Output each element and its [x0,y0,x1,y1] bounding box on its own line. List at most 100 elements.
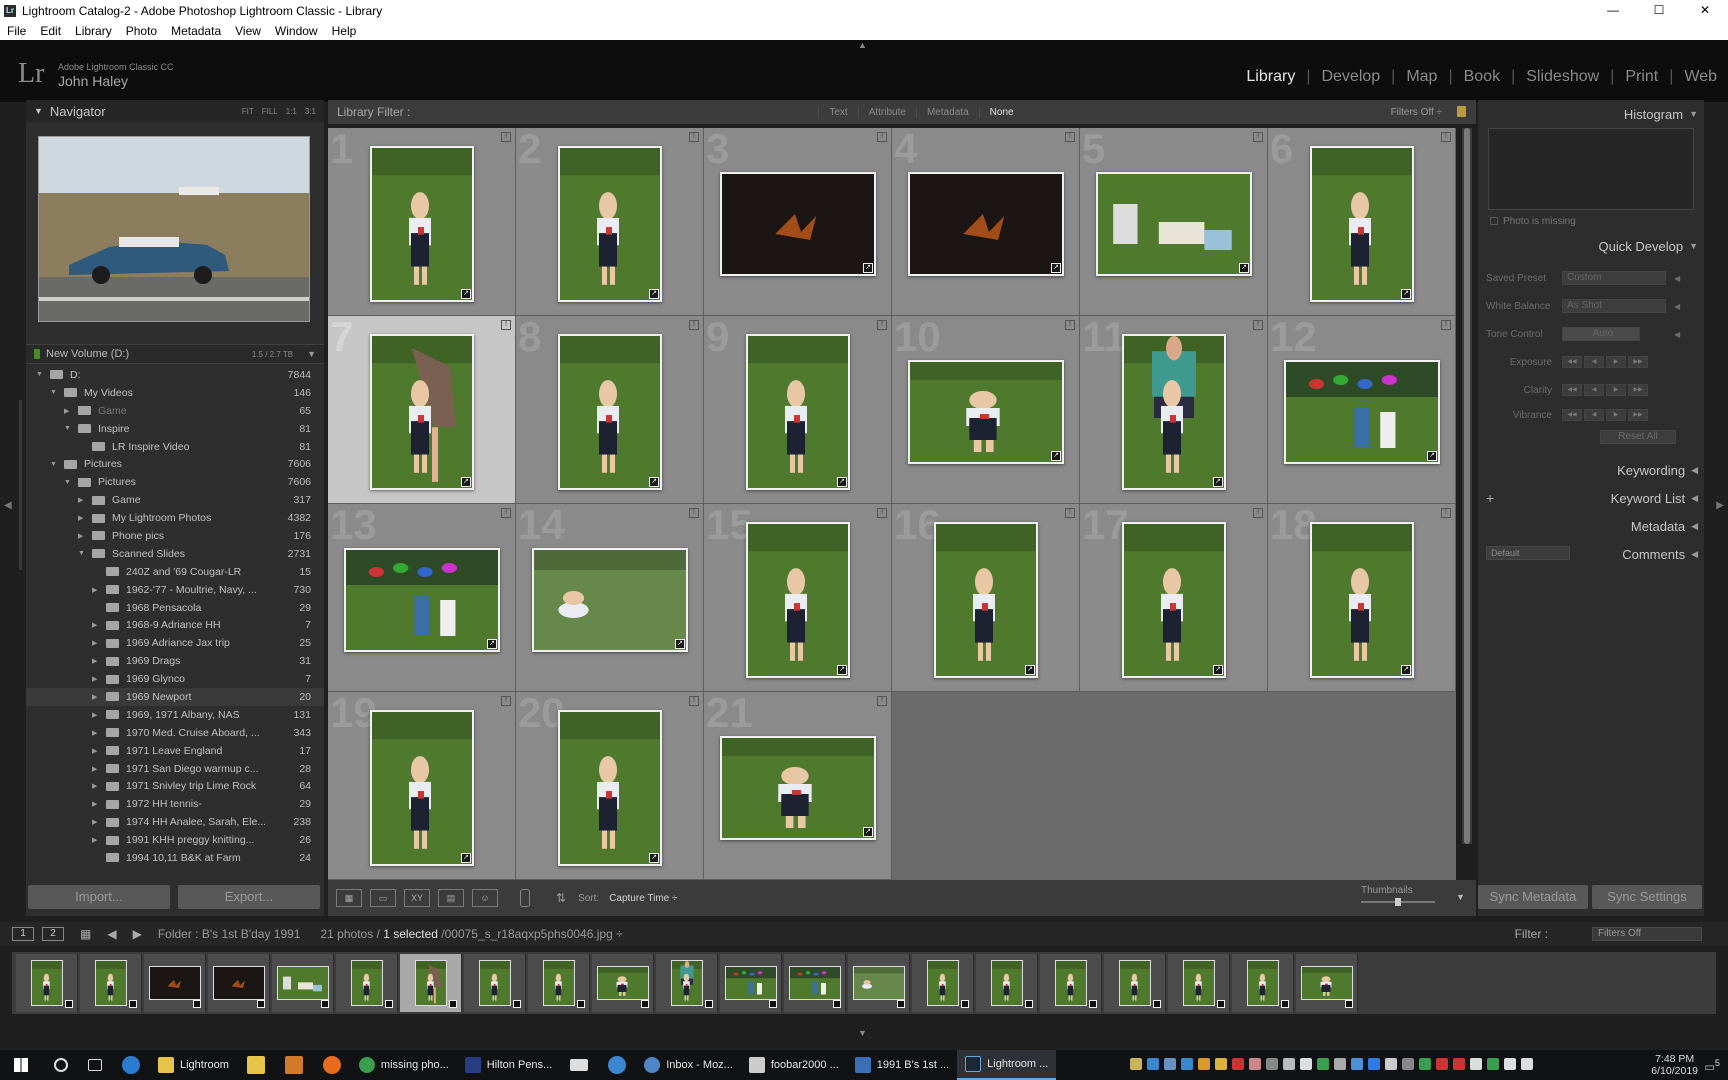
expanded-triangle-icon[interactable]: ▼ [50,389,60,396]
filmstrip-thumbnail[interactable] [336,954,398,1012]
menu-help[interactable]: Help [325,24,364,38]
photo-thumbnail[interactable] [558,334,662,490]
grid-cell[interactable]: 21! ↗ [704,692,892,880]
add-keyword-icon[interactable]: + [1486,490,1494,506]
filter-tab-attribute[interactable]: Attribute [857,106,916,118]
filmstrip-thumbnail[interactable] [1296,954,1358,1012]
folder-row[interactable]: ▶ Game 317 [26,491,324,509]
photo-thumbnail[interactable] [558,710,662,866]
grid-cell[interactable]: 5! ↗ [1080,128,1268,316]
edited-badge-icon[interactable]: ↗ [649,477,659,487]
module-slideshow[interactable]: Slideshow [1515,68,1610,86]
task-view-icon[interactable] [88,1059,102,1071]
cortana-icon[interactable] [54,1058,68,1072]
grid-cell[interactable]: 20! ↗ [516,692,704,880]
filmstrip-thumbnail[interactable] [656,954,718,1012]
back-arrow-icon[interactable]: ◀ [107,927,116,941]
missing-file-icon[interactable]: ! [1441,320,1451,330]
clarity-steppers[interactable]: ◀◀ ◀ ▶ ▶▶ [1562,384,1648,396]
taskbar-photo-viewer[interactable]: 1991 B's 1st ... [847,1050,957,1080]
folder-row[interactable]: 240Z and '69 Cougar-LR 15 [26,563,324,581]
zoom-fit[interactable]: FIT [242,107,254,116]
painter-icon[interactable] [520,889,530,907]
export-button[interactable]: Export... [178,885,320,909]
white-balance-select[interactable]: As Shot [1562,299,1666,313]
edited-badge-icon[interactable]: ↗ [1401,289,1411,299]
expand-left-panel-icon[interactable]: ◀ [4,500,12,511]
edited-badge-icon[interactable]: ↗ [837,665,847,675]
photo-thumbnail[interactable] [1122,334,1226,490]
grid-cell[interactable]: 7! ↗ [328,316,516,504]
filmstrip-thumbnail[interactable] [1232,954,1294,1012]
photo-thumbnail[interactable] [1310,146,1414,302]
edited-badge-icon[interactable]: ↗ [649,853,659,863]
missing-file-icon[interactable]: ! [1065,320,1075,330]
grid-cell[interactable]: 13! ↗ [328,504,516,692]
folder-row[interactable]: ▶ 1962-'77 - Moultrie, Navy, ... 730 [26,581,324,599]
grid-cell[interactable]: 10! ↗ [892,316,1080,504]
collapsed-triangle-icon[interactable]: ▶ [92,765,102,773]
grid-cell[interactable]: 12! ↗ [1268,316,1456,504]
import-button[interactable]: Import... [28,885,170,909]
survey-view-icon[interactable]: ▤ [438,889,464,907]
filmstrip-thumbnail[interactable] [272,954,334,1012]
module-book[interactable]: Book [1453,68,1511,86]
taskbar-foobar[interactable]: foobar2000 ... [741,1050,847,1080]
module-develop[interactable]: Develop [1310,68,1391,86]
filter-tab-none[interactable]: None [978,106,1024,118]
photo-thumbnail[interactable] [908,172,1064,276]
loupe-view-icon[interactable]: ▭ [370,889,396,907]
filmstrip-thumbnail[interactable] [80,954,142,1012]
folder-row[interactable]: ▶ Phone pics 176 [26,527,324,545]
photo-thumbnail[interactable] [1284,360,1440,464]
close-button[interactable]: ✕ [1682,0,1728,22]
folder-row[interactable]: ▶ 1971 San Diego warmup c... 28 [26,760,324,778]
grid-cell[interactable]: 16! ↗ [892,504,1080,692]
edited-badge-icon[interactable]: ↗ [461,853,471,863]
filter-tab-text[interactable]: Text [818,106,857,118]
grid-cell[interactable]: 2! ↗ [516,128,704,316]
collapsed-triangle-icon[interactable]: ▶ [92,693,102,701]
missing-file-icon[interactable]: ! [689,320,699,330]
edited-badge-icon[interactable]: ↗ [1427,451,1437,461]
folder-row[interactable]: ▼ Pictures 7606 [26,473,324,491]
edited-badge-icon[interactable]: ↗ [1051,451,1061,461]
current-folder[interactable]: Folder : B's 1st B'day 1991 [158,927,301,941]
grid-cell[interactable]: 1! ↗ [328,128,516,316]
edited-badge-icon[interactable]: ↗ [863,827,873,837]
edited-badge-icon[interactable]: ↗ [461,477,471,487]
secondary-window-button[interactable]: 2 [42,927,64,941]
left-edge-scrollbar[interactable] [19,400,22,570]
menu-view[interactable]: View [228,24,268,38]
grid-cell[interactable]: 8! ↗ [516,316,704,504]
expand-right-panel-icon[interactable]: ▶ [1716,500,1724,511]
edited-badge-icon[interactable]: ↗ [461,289,471,299]
missing-file-icon[interactable]: ! [689,132,699,142]
tone-control-expand-icon[interactable]: ◀ [1674,330,1680,339]
missing-file-icon[interactable]: ! [877,320,887,330]
mail-icon[interactable] [570,1059,589,1071]
grid-cell[interactable]: 9! ↗ [704,316,892,504]
expanded-triangle-icon[interactable]: ▼ [36,371,46,378]
collapse-bottom-panel-icon[interactable]: ▼ [858,1028,867,1038]
folder-row[interactable]: ▼ Pictures 7606 [26,455,324,473]
thumbnail-size-slider[interactable] [1361,898,1435,906]
filmstrip-thumbnail[interactable] [16,954,78,1012]
filter-preset-select[interactable]: Filters Off ÷ [1391,107,1442,118]
navigator-preview[interactable] [38,136,310,322]
folder-row[interactable]: ▶ 1969 Adriance Jax trip 25 [26,634,324,652]
exposure-steppers[interactable]: ◀◀ ◀ ▶ ▶▶ [1562,356,1648,368]
saved-preset-expand-icon[interactable]: ◀ [1674,274,1680,283]
auto-tone-button[interactable]: Auto [1562,327,1640,341]
filmstrip-thumbnail[interactable] [528,954,590,1012]
photo-thumbnail[interactable] [370,146,474,302]
maximize-button[interactable]: ☐ [1636,0,1682,22]
edited-badge-icon[interactable]: ↗ [1213,665,1223,675]
filmstrip-thumbnail[interactable] [784,954,846,1012]
missing-file-icon[interactable]: ! [689,696,699,706]
collapsed-triangle-icon[interactable]: ▶ [92,800,102,808]
photo-thumbnail[interactable] [720,172,876,276]
edge-icon[interactable] [122,1056,140,1074]
toolbar-menu-icon[interactable]: ▼ [1456,892,1465,902]
primary-window-button[interactable]: 1 [12,927,34,941]
